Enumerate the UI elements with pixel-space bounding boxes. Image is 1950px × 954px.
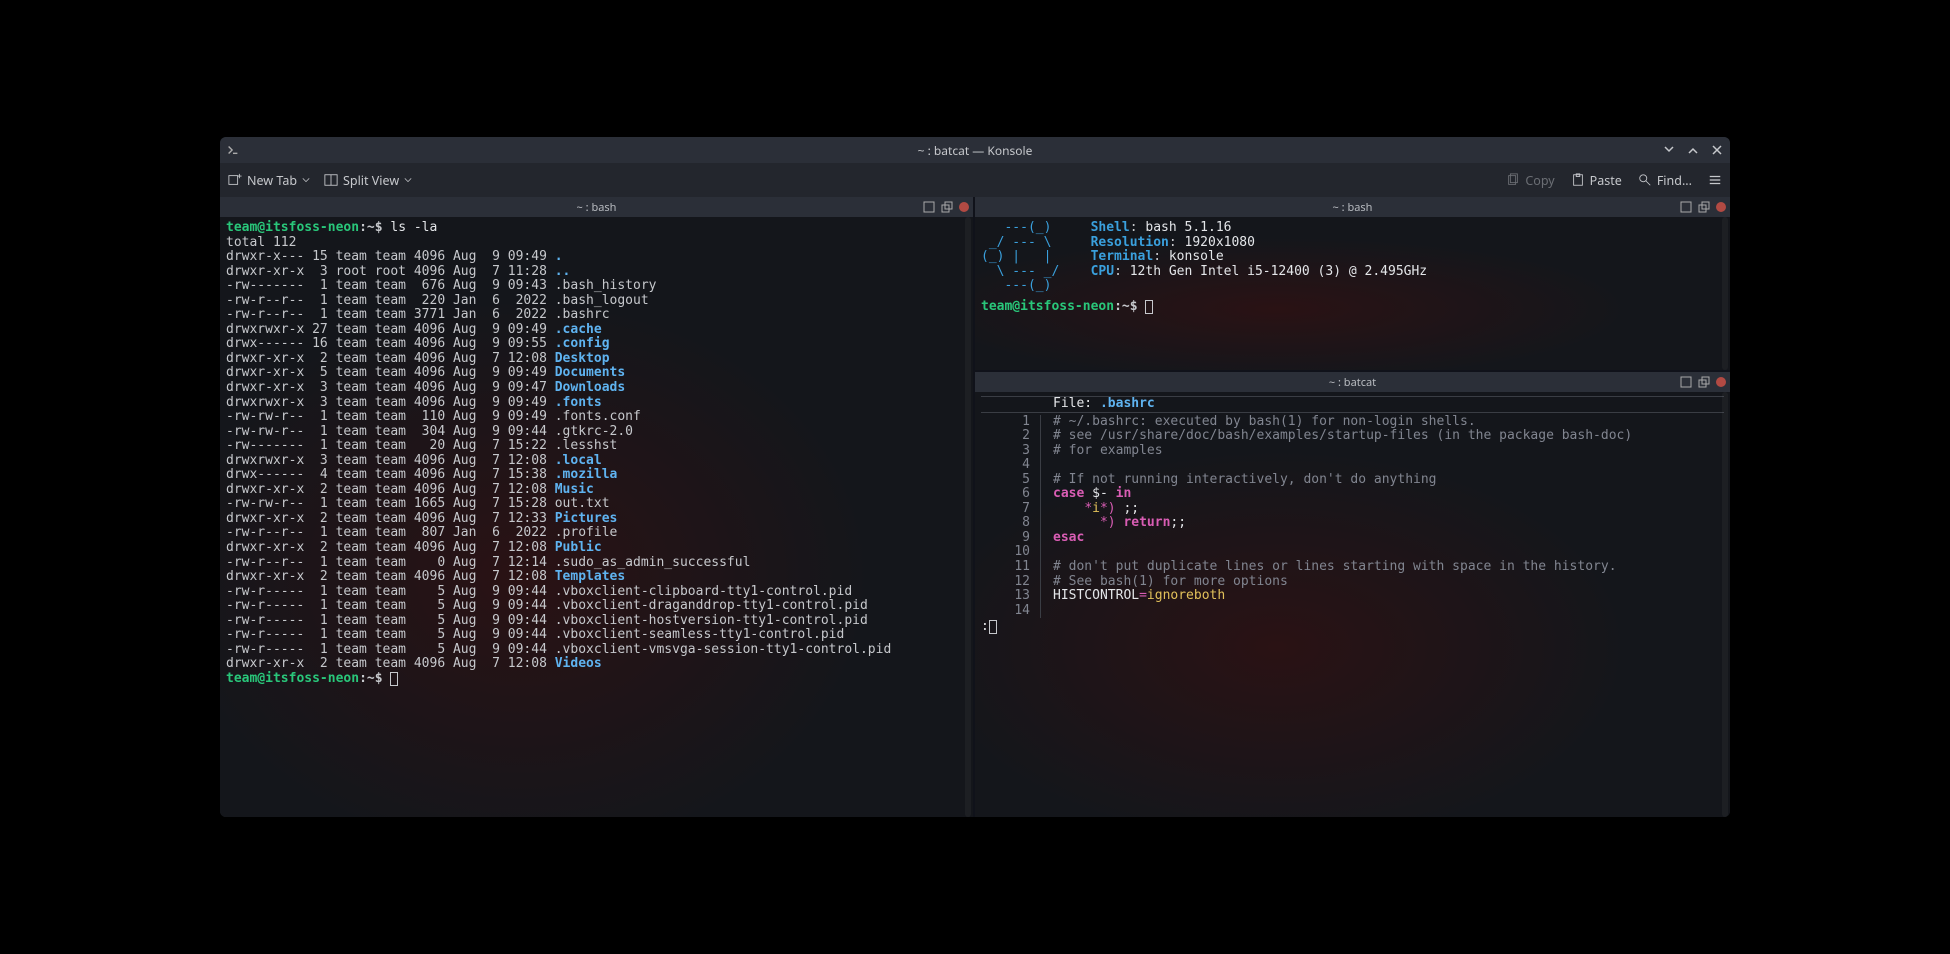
detach-pane-icon[interactable]	[941, 201, 953, 213]
split-view-label: Split View	[343, 172, 399, 189]
paste-button[interactable]: Paste	[1571, 172, 1622, 189]
close-pane-icon[interactable]	[1716, 377, 1726, 387]
pane-right-top-title: ~ : bash	[1333, 200, 1373, 215]
app-menu-icon[interactable]	[226, 143, 240, 157]
find-label: Find...	[1657, 172, 1692, 189]
close-pane-icon[interactable]	[959, 202, 969, 212]
close-button[interactable]	[1710, 143, 1724, 157]
detach-pane-icon[interactable]	[1698, 376, 1710, 388]
pane-left-title: ~ : bash	[577, 200, 617, 215]
toolbar: New Tab Split View Copy Paste Find...	[220, 163, 1730, 197]
close-pane-icon[interactable]	[1716, 202, 1726, 212]
paste-label: Paste	[1590, 172, 1622, 189]
maximize-button[interactable]	[1686, 143, 1700, 157]
new-tab-label: New Tab	[247, 172, 297, 189]
split-view-button[interactable]: Split View	[324, 172, 412, 189]
titlebar: ~ : batcat — Konsole	[220, 137, 1730, 163]
pane-left: ~ : bash team@itsfoss-neon:~$ ls -latota…	[220, 197, 975, 817]
find-button[interactable]: Find...	[1638, 172, 1692, 189]
pane-right-bot-header: ~ : batcat	[975, 372, 1730, 392]
terminal-left[interactable]: team@itsfoss-neon:~$ ls -latotal 112drwx…	[220, 217, 973, 817]
pane-left-header: ~ : bash	[220, 197, 973, 217]
maximize-pane-icon[interactable]	[1680, 376, 1692, 388]
new-tab-button[interactable]: New Tab	[228, 172, 310, 189]
pane-right: ~ : bash ---(_) Shell: bash 5.1.16 _/ --…	[975, 197, 1730, 817]
scrollbar[interactable]	[1722, 217, 1728, 370]
pane-right-top-header: ~ : bash	[975, 197, 1730, 217]
maximize-pane-icon[interactable]	[923, 201, 935, 213]
split-container: ~ : bash team@itsfoss-neon:~$ ls -latota…	[220, 197, 1730, 817]
scrollbar[interactable]	[1722, 392, 1728, 817]
pane-right-bot-title: ~ : batcat	[1329, 375, 1376, 390]
minimize-button[interactable]	[1662, 143, 1676, 157]
window-title: ~ : batcat — Konsole	[918, 142, 1033, 159]
terminal-right-bot[interactable]: File: .bashrc1# ~/.bashrc: executed by b…	[975, 392, 1730, 817]
copy-label: Copy	[1525, 172, 1554, 189]
konsole-window: ~ : batcat — Konsole New Tab Split View …	[220, 137, 1730, 817]
hamburger-menu[interactable]	[1708, 173, 1722, 187]
copy-button[interactable]: Copy	[1506, 172, 1554, 189]
scrollbar[interactable]	[965, 217, 971, 817]
maximize-pane-icon[interactable]	[1680, 201, 1692, 213]
terminal-right-top[interactable]: ---(_) Shell: bash 5.1.16 _/ --- \ Resol…	[975, 217, 1730, 370]
detach-pane-icon[interactable]	[1698, 201, 1710, 213]
